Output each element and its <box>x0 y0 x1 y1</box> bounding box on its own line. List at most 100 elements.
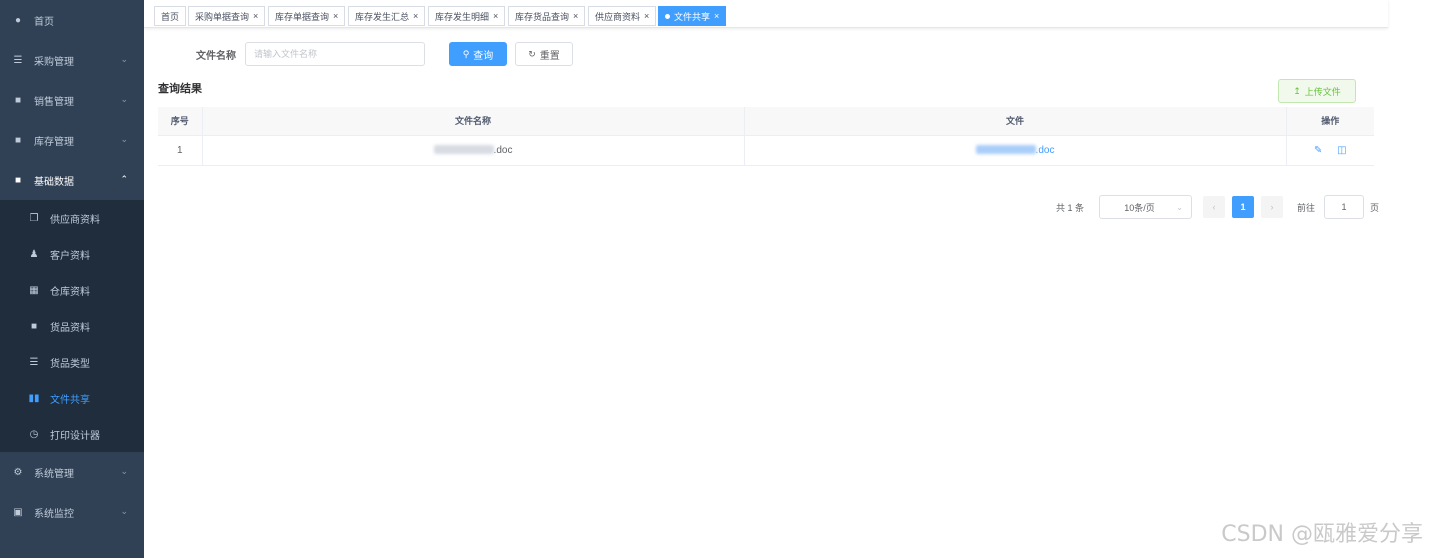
submenu-basic-data: ❐ 供应商资料 ♟ 客户资料 ▦ 仓库资料 ■ 货品资料 ☰ 货品类型 ▮▮ 文… <box>0 200 144 452</box>
list-icon: ☰ <box>29 356 39 368</box>
sidebar-item-goods[interactable]: ■ 货品资料 <box>0 308 144 344</box>
reset-button[interactable]: ↻ 重置 <box>515 42 573 66</box>
sidebar-item-label: 供应商资料 <box>50 214 100 226</box>
app-root: ● 首页 ☰ 采购管理 ⌄ ■ 销售管理 ⌄ ■ 库存管理 ⌄ ■ 基础数据 ⌃… <box>0 0 1429 558</box>
table-header-row: 序号 文件名称 文件 操作 <box>158 107 1374 136</box>
tag-home[interactable]: 首页 <box>154 6 187 26</box>
redacted-text <box>975 145 1036 155</box>
close-icon[interactable]: × <box>644 11 649 21</box>
sidebar-item-label: 采购管理 <box>34 56 74 68</box>
sidebar-item-system-monitor[interactable]: ▣ 系统监控 ⌄ <box>0 492 144 532</box>
sidebar-item-file-share[interactable]: ▮▮ 文件共享 <box>0 380 144 416</box>
sidebar-item-label: 系统管理 <box>34 468 74 480</box>
search-icon: ⚲ <box>462 48 470 59</box>
file-name-label: 文件名称 <box>196 51 236 62</box>
sidebar-item-label: 货品类型 <box>50 358 90 370</box>
goods-icon: ■ <box>30 320 38 332</box>
upload-icon: ↥ <box>1293 85 1301 96</box>
goto-label: 前往 <box>1297 202 1316 213</box>
page-number-button[interactable]: 1 <box>1232 196 1254 218</box>
sidebar-item-system-manage[interactable]: ⚙ 系统管理 ⌄ <box>0 452 144 492</box>
column-header-file-name: 文件名称 <box>202 107 745 136</box>
redacted-text <box>433 145 494 155</box>
sidebar-item-print-designer[interactable]: ◷ 打印设计器 <box>0 416 144 452</box>
chevron-down-icon: ⌄ <box>120 506 128 516</box>
upload-file-button[interactable]: ↥ 上传文件 <box>1278 79 1356 103</box>
watermark: CSDN @瓯雅爱分享 <box>1221 522 1423 547</box>
sidebar: ● 首页 ☰ 采购管理 ⌄ ■ 销售管理 ⌄ ■ 库存管理 ⌄ ■ 基础数据 ⌃… <box>0 0 144 558</box>
table-row: 1 .doc .doc ✎ ◫ <box>158 135 1374 166</box>
file-name-search-input[interactable] <box>245 42 425 66</box>
delete-icon[interactable]: ◫ <box>1337 145 1346 156</box>
sidebar-item-sales[interactable]: ■ 销售管理 ⌄ <box>0 80 144 120</box>
sidebar-item-label: 库存管理 <box>34 136 74 148</box>
tag-label: 文件共享 <box>674 11 711 22</box>
chevron-left-icon: ‹ <box>1212 202 1216 212</box>
cell-file: .doc <box>744 135 1287 166</box>
next-page-button[interactable]: › <box>1261 196 1283 218</box>
cell-actions: ✎ ◫ <box>1286 135 1374 166</box>
sidebar-item-purchase[interactable]: ☰ 采购管理 ⌄ <box>0 40 144 80</box>
chevron-down-icon: ⌄ <box>120 134 128 144</box>
close-icon[interactable]: × <box>573 11 578 21</box>
tag-label: 首页 <box>161 11 180 22</box>
tag-purchase-query[interactable]: 采购单据查询 × <box>188 6 266 26</box>
close-icon[interactable]: × <box>253 11 258 21</box>
sidebar-item-label: 文件共享 <box>50 394 90 406</box>
main-content: 首页 采购单据查询 × 库存单据查询 × 库存发生汇总 × 库存发生明细 × 库… <box>144 0 1429 558</box>
query-button[interactable]: ⚲ 查询 <box>449 42 507 66</box>
tag-label: 库存单据查询 <box>275 11 330 22</box>
page-unit-label: 页 <box>1370 202 1380 213</box>
tag-label: 库存发生汇总 <box>355 11 410 22</box>
tag-label: 供应商资料 <box>595 11 641 22</box>
file-name-suffix: .doc <box>493 144 513 156</box>
close-icon[interactable]: × <box>333 11 338 21</box>
page-size-select[interactable]: 10条/页 ⌄ <box>1099 195 1192 219</box>
column-header-actions: 操作 <box>1286 107 1374 136</box>
sidebar-item-inventory[interactable]: ■ 库存管理 ⌄ <box>0 120 144 160</box>
close-icon[interactable]: × <box>493 11 498 21</box>
chevron-down-icon: ⌄ <box>120 94 128 104</box>
upload-button-label: 上传文件 <box>1304 86 1341 97</box>
tag-stock-query[interactable]: 库存单据查询 × <box>268 6 346 26</box>
goto-page-input[interactable] <box>1324 195 1364 219</box>
result-title: 查询结果 <box>158 83 202 95</box>
sidebar-item-basic-data[interactable]: ■ 基础数据 ⌃ <box>0 160 144 200</box>
sidebar-item-goods-type[interactable]: ☰ 货品类型 <box>0 344 144 380</box>
close-icon[interactable]: × <box>413 11 418 21</box>
book-icon: ▮▮ <box>28 392 40 404</box>
sidebar-item-label: 打印设计器 <box>50 430 100 442</box>
document-icon: ■ <box>14 94 22 106</box>
copy-icon: ❐ <box>29 212 39 224</box>
monitor-icon: ▣ <box>13 506 23 518</box>
inventory-icon: ■ <box>14 134 22 146</box>
tag-supplier[interactable]: 供应商资料 × <box>588 6 657 26</box>
sidebar-item-home[interactable]: ● 首页 <box>0 0 144 40</box>
sidebar-item-label: 基础数据 <box>34 176 74 188</box>
user-icon: ♟ <box>29 248 39 260</box>
file-download-link[interactable]: .doc <box>975 145 1054 156</box>
edit-icon[interactable]: ✎ <box>1314 145 1322 156</box>
tag-label: 库存货品查询 <box>515 11 570 22</box>
page-number-label: 1 <box>1240 202 1246 212</box>
tag-file-share[interactable]: 文件共享 × <box>658 6 727 26</box>
cart-icon: ☰ <box>13 54 23 66</box>
sidebar-item-supplier[interactable]: ❐ 供应商资料 <box>0 200 144 236</box>
sidebar-item-warehouse[interactable]: ▦ 仓库资料 <box>0 272 144 308</box>
tag-label: 采购单据查询 <box>195 11 250 22</box>
prev-page-button[interactable]: ‹ <box>1203 196 1225 218</box>
tag-stock-goods-query[interactable]: 库存货品查询 × <box>508 6 586 26</box>
sidebar-item-label: 货品资料 <box>50 322 90 334</box>
chevron-up-icon: ⌃ <box>120 174 128 184</box>
close-icon[interactable]: × <box>714 11 719 21</box>
column-header-index: 序号 <box>158 107 203 136</box>
chevron-down-icon: ⌄ <box>1176 202 1183 212</box>
warehouse-icon: ▦ <box>29 284 39 296</box>
tag-stock-summary[interactable]: 库存发生汇总 × <box>348 6 426 26</box>
page-size-value: 10条/页 <box>1124 202 1155 213</box>
query-button-label: 查询 <box>473 50 494 62</box>
sidebar-item-customer[interactable]: ♟ 客户资料 <box>0 236 144 272</box>
sidebar-item-label: 仓库资料 <box>50 286 90 298</box>
file-table: 序号 文件名称 文件 操作 1 .doc .doc ✎ ◫ <box>158 107 1374 166</box>
tag-stock-detail[interactable]: 库存发生明细 × <box>428 6 506 26</box>
